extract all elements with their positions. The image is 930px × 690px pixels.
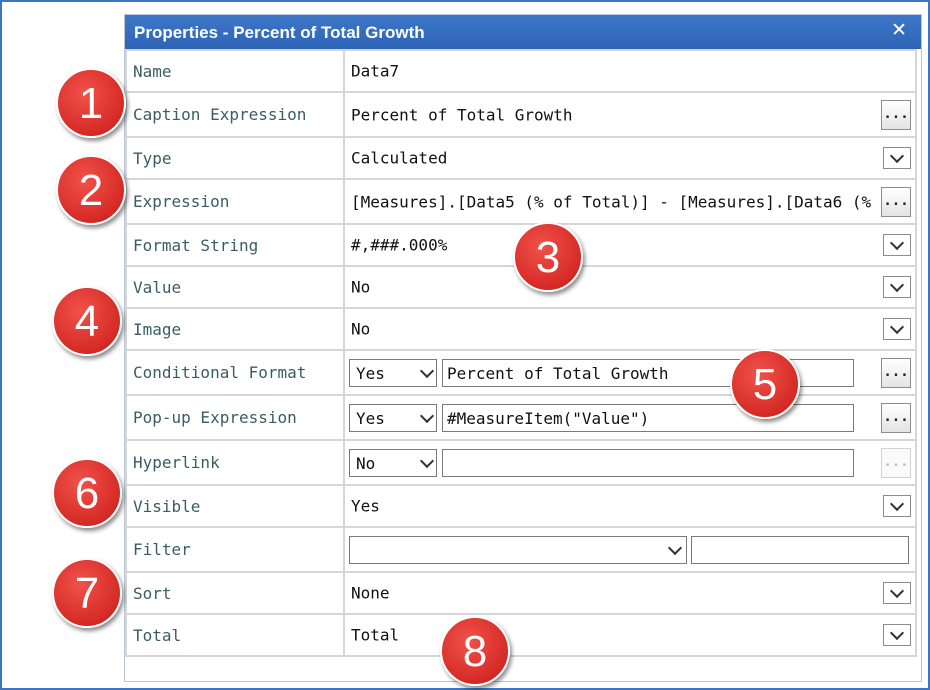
- callout-badge-1: 1: [56, 68, 126, 138]
- value-dropdown[interactable]: No: [343, 265, 917, 309]
- popup-expression-cell: Yes #MeasureItem("Value") ...: [343, 394, 917, 441]
- caption-expression-ellipsis-button[interactable]: ...: [881, 99, 911, 130]
- expression-ellipsis-button[interactable]: ...: [881, 186, 911, 217]
- total-value: Total: [351, 625, 400, 645]
- property-label-conditional-format: Conditional Format: [125, 349, 345, 396]
- property-row-name: Name Data7: [125, 49, 917, 93]
- conditional-format-input-value: Percent of Total Growth: [447, 363, 669, 383]
- total-dropdown[interactable]: Total: [343, 613, 917, 657]
- property-label-format-string: Format String: [125, 223, 345, 267]
- name-value: Data7: [351, 61, 400, 81]
- image-dropdown[interactable]: No: [343, 307, 917, 351]
- property-label-filter: Filter: [125, 526, 345, 573]
- chevron-down-icon: [889, 277, 905, 293]
- type-dropdown[interactable]: Calculated: [343, 136, 917, 180]
- panel-title: Properties - Percent of Total Growth: [134, 23, 425, 42]
- property-row-hyperlink: Hyperlink No ...: [125, 439, 917, 486]
- caption-expression-value: Percent of Total Growth: [351, 105, 573, 124]
- property-label-type: Type: [125, 136, 345, 180]
- conditional-format-select-value: Yes: [356, 363, 385, 383]
- property-row-filter: Filter: [125, 526, 917, 573]
- visible-dropdown[interactable]: Yes: [343, 484, 917, 528]
- format-string-dropdown-button[interactable]: [883, 234, 911, 256]
- chevron-down-icon: [889, 148, 905, 164]
- chevron-down-icon: [419, 363, 435, 378]
- callout-badge-8: 8: [440, 616, 510, 686]
- property-row-expression: Expression [Measures].[Data5 (% of Total…: [125, 178, 917, 225]
- sort-dropdown[interactable]: None: [343, 571, 917, 615]
- property-row-caption: Caption Expression Percent of Total Grow…: [125, 91, 917, 138]
- sort-value: None: [351, 583, 390, 603]
- callout-badge-5: 5: [730, 349, 800, 419]
- filter-cell: [343, 526, 917, 573]
- filter-input[interactable]: [691, 535, 909, 564]
- property-label-hyperlink: Hyperlink: [125, 439, 345, 486]
- property-label-image: Image: [125, 307, 345, 351]
- expression-value: [Measures].[Data5 (% of Total)] - [Measu…: [351, 192, 875, 211]
- name-field[interactable]: Data7: [343, 49, 917, 93]
- caption-expression-field[interactable]: Percent of Total Growth ...: [343, 91, 917, 138]
- format-string-value: #,###.000%: [351, 235, 448, 255]
- popup-expression-input-value: #MeasureItem("Value"): [447, 408, 650, 428]
- visible-value: Yes: [351, 496, 380, 516]
- property-row-visible: Visible Yes: [125, 484, 917, 528]
- chevron-down-icon: [419, 408, 435, 423]
- property-row-type: Type Calculated: [125, 136, 917, 180]
- sort-dropdown-button[interactable]: [883, 582, 911, 604]
- type-value: Calculated: [351, 148, 448, 168]
- properties-panel: Properties - Percent of Total Growth ✕ N…: [124, 14, 922, 682]
- callout-badge-4: 4: [52, 286, 122, 356]
- callout-badge-7: 7: [52, 558, 122, 628]
- property-label-popup-expression: Pop-up Expression: [125, 394, 345, 441]
- property-label-value: Value: [125, 265, 345, 309]
- property-label-visible: Visible: [125, 484, 345, 528]
- value-dropdown-button[interactable]: [883, 276, 911, 298]
- type-dropdown-button[interactable]: [883, 147, 911, 169]
- chevron-down-icon: [889, 235, 905, 251]
- property-label-total: Total: [125, 613, 345, 657]
- chevron-down-icon: [889, 496, 905, 512]
- close-icon[interactable]: ✕: [891, 19, 907, 41]
- total-dropdown-button[interactable]: [883, 624, 911, 646]
- popup-expression-input[interactable]: #MeasureItem("Value"): [442, 403, 854, 432]
- expression-field[interactable]: [Measures].[Data5 (% of Total)] - [Measu…: [343, 178, 917, 225]
- conditional-format-ellipsis-button[interactable]: ...: [881, 357, 911, 388]
- panel-title-bar: Properties - Percent of Total Growth ✕: [125, 15, 921, 49]
- property-label-name: Name: [125, 49, 345, 93]
- popup-expression-select-value: Yes: [356, 408, 385, 428]
- hyperlink-cell: No ...: [343, 439, 917, 486]
- property-row-total: Total Total: [125, 613, 917, 657]
- format-string-dropdown[interactable]: #,###.000%: [343, 223, 917, 267]
- hyperlink-select[interactable]: No: [349, 448, 437, 477]
- value-value: No: [351, 277, 371, 297]
- chevron-down-icon: [889, 625, 905, 641]
- callout-badge-6: 6: [52, 458, 122, 528]
- image-value: No: [351, 319, 371, 339]
- popup-expression-select[interactable]: Yes: [349, 403, 437, 432]
- chevron-down-icon: [889, 319, 905, 335]
- chevron-down-icon: [419, 453, 435, 468]
- callout-badge-3: 3: [513, 222, 583, 292]
- property-label-sort: Sort: [125, 571, 345, 615]
- callout-badge-2: 2: [56, 155, 126, 225]
- property-label-caption: Caption Expression: [125, 91, 345, 138]
- conditional-format-select[interactable]: Yes: [349, 358, 437, 387]
- hyperlink-select-value: No: [356, 453, 376, 473]
- filter-select[interactable]: [349, 535, 687, 564]
- property-label-expression: Expression: [125, 178, 345, 225]
- hyperlink-ellipsis-button[interactable]: ...: [881, 447, 911, 478]
- image-dropdown-button[interactable]: [883, 318, 911, 340]
- conditional-format-cell: Yes Percent of Total Growth ...: [343, 349, 917, 396]
- chevron-down-icon: [889, 583, 905, 599]
- chevron-down-icon: [667, 540, 683, 555]
- properties-grid: Name Data7 Caption Expression Percent of…: [125, 49, 917, 657]
- popup-expression-ellipsis-button[interactable]: ...: [881, 402, 911, 433]
- visible-dropdown-button[interactable]: [883, 495, 911, 517]
- hyperlink-input[interactable]: [442, 448, 854, 477]
- property-row-sort: Sort None: [125, 571, 917, 615]
- property-row-popup-expression: Pop-up Expression Yes #MeasureItem("Valu…: [125, 394, 917, 441]
- property-row-image: Image No: [125, 307, 917, 351]
